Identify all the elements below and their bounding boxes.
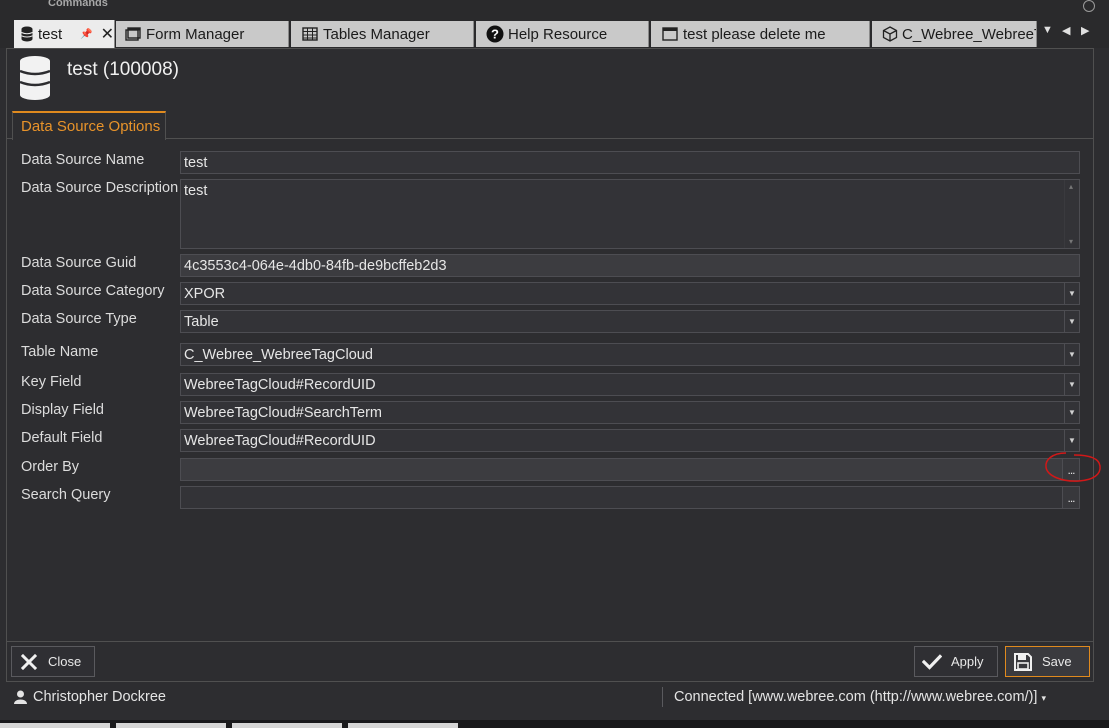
order-by-field[interactable]: ... [180, 458, 1080, 481]
connection-text: Connected [www.webree.com (http://www.we… [674, 689, 1038, 705]
tab-c-webree[interactable]: C_Webree_WebreeT [872, 21, 1037, 47]
key-field-label: Key Field [21, 374, 82, 390]
category-label: Data Source Category [21, 283, 165, 299]
tab-test[interactable]: test 📌 ✕ [14, 20, 115, 48]
window-icon [124, 27, 142, 41]
save-button-label: Save [1042, 654, 1072, 669]
user-name: Christopher Dockree [33, 689, 166, 705]
close-button[interactable]: Close [11, 646, 95, 677]
field-value: WebreeTagCloud#RecordUID [184, 377, 376, 393]
database-icon [19, 56, 51, 100]
help-icon: ? [486, 25, 504, 43]
data-source-guid-field: 4c3553c4-064e-4db0-84fb-de9bcffeb2d3 [180, 254, 1080, 277]
command-bar: Commands [0, 0, 1109, 18]
tab-form-manager[interactable]: Form Manager [116, 21, 289, 47]
search-query-field[interactable]: ... [180, 486, 1080, 509]
action-bar: Close Apply Save [7, 641, 1093, 682]
tab-label: Help Resource [508, 25, 608, 43]
floppy-disk-icon [1012, 652, 1034, 672]
page-title: test (100008) [67, 59, 179, 80]
taskbar [0, 720, 1109, 728]
connection-status[interactable]: Connected [www.webree.com (http://www.we… [674, 689, 1046, 705]
search-query-label: Search Query [21, 487, 111, 503]
scroll-up-icon[interactable]: ▴ [1069, 182, 1073, 191]
field-value: Table [184, 314, 219, 330]
tab-label: C_Webree_WebreeT [902, 25, 1037, 43]
chevron-down-icon[interactable]: ▼ [1064, 374, 1079, 395]
editor-header: test (100008) [7, 49, 1093, 109]
annotation-circle [1045, 452, 1101, 482]
commands-label[interactable]: Commands [48, 0, 108, 9]
description-scrollbar[interactable]: ▴ ▾ [1064, 180, 1079, 248]
field-value: test [184, 183, 208, 199]
tab-tables-manager[interactable]: Tables Manager [291, 21, 474, 47]
tab-help-resource[interactable]: ? Help Resource [476, 21, 649, 47]
name-label: Data Source Name [21, 152, 145, 168]
field-value: WebreeTagCloud#SearchTerm [184, 405, 383, 421]
display-field-select[interactable]: WebreeTagCloud#SearchTerm ▼ [180, 401, 1080, 424]
close-tab-icon[interactable]: ✕ [101, 24, 114, 44]
chevron-down-icon[interactable]: ▼ [1064, 402, 1079, 423]
chevron-down-icon[interactable]: ▾ [1041, 693, 1046, 703]
field-value: test [184, 155, 208, 171]
checkmark-icon [921, 652, 943, 672]
chevron-down-icon[interactable]: ▼ [1064, 430, 1079, 451]
type-label: Data Source Type [21, 311, 137, 327]
default-field-label: Default Field [21, 430, 103, 446]
field-value: 4c3553c4-064e-4db0-84fb-de9bcffeb2d3 [184, 258, 447, 274]
chevron-down-icon[interactable]: ▼ [1064, 311, 1079, 332]
collapse-icon[interactable] [1083, 0, 1095, 12]
taskbar-item[interactable] [116, 723, 226, 728]
display-field-label: Display Field [21, 402, 104, 418]
tab-label: Form Manager [146, 25, 245, 43]
document-tab-strip: test 📌 ✕ Form Manager Tables Manager ? H… [0, 18, 1109, 48]
scroll-right-icon[interactable]: ▶ [1081, 24, 1089, 37]
data-source-description-field[interactable]: test ▴ ▾ [180, 179, 1080, 249]
field-value: WebreeTagCloud#RecordUID [184, 433, 376, 449]
window-icon [661, 27, 679, 41]
cube-icon [882, 26, 898, 42]
save-button[interactable]: Save [1005, 646, 1090, 677]
tab-list-dropdown-icon[interactable]: ▼ [1042, 24, 1053, 36]
status-bar: Christopher Dockree Connected [www.webre… [0, 685, 1109, 711]
default-field-select[interactable]: WebreeTagCloud#RecordUID ▼ [180, 429, 1080, 452]
tab-test-please-delete-me[interactable]: test please delete me [651, 21, 870, 47]
field-value: XPOR [184, 286, 226, 302]
scroll-down-icon[interactable]: ▾ [1069, 237, 1073, 246]
scroll-left-icon[interactable]: ◀ [1062, 24, 1070, 37]
chevron-down-icon[interactable]: ▼ [1064, 283, 1079, 304]
user-status: Christopher Dockree [14, 689, 166, 705]
chevron-down-icon[interactable]: ▼ [1064, 344, 1079, 365]
data-source-category-select[interactable]: XPOR ▼ [180, 282, 1080, 305]
data-source-name-field[interactable]: test [180, 151, 1080, 174]
table-icon [301, 27, 319, 41]
data-source-type-select[interactable]: Table ▼ [180, 310, 1080, 333]
table-name-select[interactable]: C_Webree_WebreeTagCloud ▼ [180, 343, 1080, 366]
apply-button-label: Apply [951, 654, 984, 669]
order-by-label: Order By [21, 459, 80, 475]
database-icon [20, 26, 34, 42]
field-value: C_Webree_WebreeTagCloud [184, 347, 373, 363]
tab-data-source-options[interactable]: Data Source Options [12, 111, 166, 140]
table-name-label: Table Name [21, 344, 99, 360]
close-icon [18, 652, 40, 672]
taskbar-item[interactable] [232, 723, 342, 728]
tab-label: Tables Manager [323, 25, 430, 43]
data-source-editor: test (100008) Data Source Options Data S… [6, 48, 1094, 682]
options-tab-bar: Data Source Options [7, 109, 1093, 140]
tab-label: test [37, 25, 63, 43]
pin-icon[interactable]: 📌 [80, 29, 92, 40]
user-icon [14, 690, 27, 704]
key-field-select[interactable]: WebreeTagCloud#RecordUID ▼ [180, 373, 1080, 396]
tab-label: test please delete me [683, 25, 826, 43]
search-query-ellipsis-button[interactable]: ... [1062, 487, 1079, 508]
svg-text:?: ? [491, 27, 499, 42]
taskbar-item[interactable] [0, 723, 110, 728]
taskbar-item[interactable] [348, 723, 458, 728]
apply-button[interactable]: Apply [914, 646, 998, 677]
status-divider [662, 687, 663, 707]
close-button-label: Close [48, 654, 82, 669]
guid-label: Data Source Guid [21, 255, 137, 271]
description-label: Data Source Description [21, 180, 179, 196]
